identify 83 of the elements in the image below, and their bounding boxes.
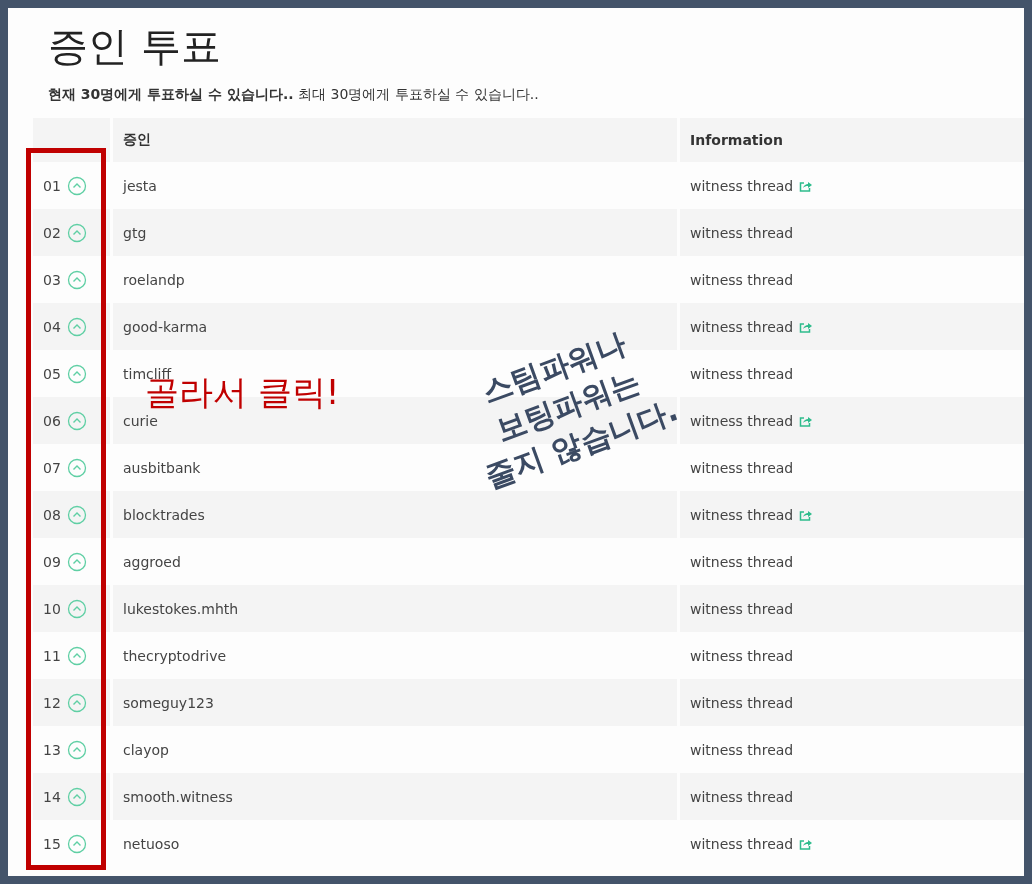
witness-thread-link[interactable]: witness thread — [690, 647, 794, 664]
rank-number: 14 — [43, 788, 61, 805]
rank-number: 03 — [43, 271, 61, 288]
rank-number: 07 — [43, 459, 61, 476]
witness-thread-link[interactable]: witness thread — [690, 459, 794, 476]
upvote-button[interactable] — [66, 316, 87, 337]
rank-number: 01 — [43, 177, 61, 194]
rank-number: 09 — [43, 553, 61, 570]
witness-name: ausbitbank — [123, 459, 201, 476]
upvote-icon — [66, 551, 87, 572]
external-link-icon — [799, 179, 814, 192]
upvote-icon — [66, 175, 87, 196]
witness-name: thecryptodrive — [123, 647, 227, 664]
column-header: 증인 — [113, 118, 677, 162]
witness-thread-link[interactable]: witness thread — [690, 318, 794, 335]
upvote-icon — [66, 222, 87, 243]
upvote-icon — [66, 410, 87, 431]
upvote-icon — [66, 833, 87, 854]
upvote-button[interactable] — [66, 833, 87, 854]
witness-name: curie — [123, 412, 158, 429]
witness-thread-link[interactable]: witness thread — [690, 412, 794, 429]
witness-name: clayop — [123, 741, 169, 758]
upvote-icon — [66, 598, 87, 619]
rank-number: 15 — [43, 835, 61, 852]
vote-count-text: 현재 30명에게 투표하실 수 있습니다.. 최대 30명에게 투표하실 수 있습니다.. — [47, 85, 540, 104]
upvote-icon — [66, 645, 87, 666]
upvote-icon — [66, 269, 87, 290]
upvote-button[interactable] — [66, 504, 87, 525]
rank-number: 02 — [43, 224, 61, 241]
upvote-icon — [66, 504, 87, 525]
upvote-icon — [66, 363, 87, 384]
rank-number: 08 — [43, 506, 61, 523]
external-link-icon — [799, 320, 814, 333]
witness-name: lukestokes.mhth — [123, 600, 239, 617]
witness-thread-link[interactable]: witness thread — [690, 553, 794, 570]
witness-name: roelandp — [123, 271, 185, 288]
upvote-button[interactable] — [66, 739, 87, 760]
upvote-button[interactable] — [66, 457, 87, 478]
witness-thread-link[interactable]: witness thread — [690, 835, 794, 852]
rank-number: 12 — [43, 694, 61, 711]
rank-number: 13 — [43, 741, 61, 758]
rank-number: 11 — [43, 647, 61, 664]
rank-number: 05 — [43, 365, 61, 382]
external-link-icon — [799, 414, 814, 427]
witness-name: netuoso — [123, 835, 180, 852]
upvote-button[interactable] — [66, 363, 87, 384]
upvote-button[interactable] — [66, 222, 87, 243]
witness-thread-link[interactable]: witness thread — [690, 177, 794, 194]
witness-name: gtg — [123, 224, 147, 241]
external-link-icon — [799, 837, 814, 850]
witness-name: someguy123 — [123, 694, 214, 711]
upvote-button[interactable] — [66, 645, 87, 666]
witness-thread-link[interactable]: witness thread — [690, 224, 794, 241]
witness-thread-link[interactable]: witness thread — [690, 271, 794, 288]
upvote-icon — [66, 739, 87, 760]
witness-name: smooth.witness — [123, 788, 233, 805]
upvote-icon — [66, 692, 87, 713]
upvote-button[interactable] — [66, 175, 87, 196]
column-header: Information — [680, 118, 1024, 162]
rank-number: 06 — [43, 412, 61, 429]
witness-thread-link[interactable]: witness thread — [690, 365, 794, 382]
upvote-button[interactable] — [66, 786, 87, 807]
witness-name: aggroed — [123, 553, 181, 570]
upvote-button[interactable] — [66, 551, 87, 572]
upvote-button[interactable] — [66, 410, 87, 431]
witness-name: good-karma — [123, 318, 208, 335]
external-link-icon — [799, 508, 814, 521]
upvote-icon — [66, 316, 87, 337]
witness-thread-link[interactable]: witness thread — [690, 694, 794, 711]
witness-thread-link[interactable]: witness thread — [690, 741, 794, 758]
rank-number: 04 — [43, 318, 61, 335]
witness-thread-link[interactable]: witness thread — [690, 600, 794, 617]
witness-thread-link[interactable]: witness thread — [690, 506, 794, 523]
witness-name: jesta — [123, 177, 157, 194]
upvote-icon — [66, 786, 87, 807]
witness-thread-link[interactable]: witness thread — [690, 788, 794, 805]
upvote-icon — [66, 457, 87, 478]
page-title: 증인 투표 — [47, 22, 222, 70]
upvote-button[interactable] — [66, 692, 87, 713]
upvote-button[interactable] — [66, 269, 87, 290]
upvote-button[interactable] — [66, 598, 87, 619]
witness-name: blocktrades — [123, 506, 205, 523]
rank-number: 10 — [43, 600, 61, 617]
